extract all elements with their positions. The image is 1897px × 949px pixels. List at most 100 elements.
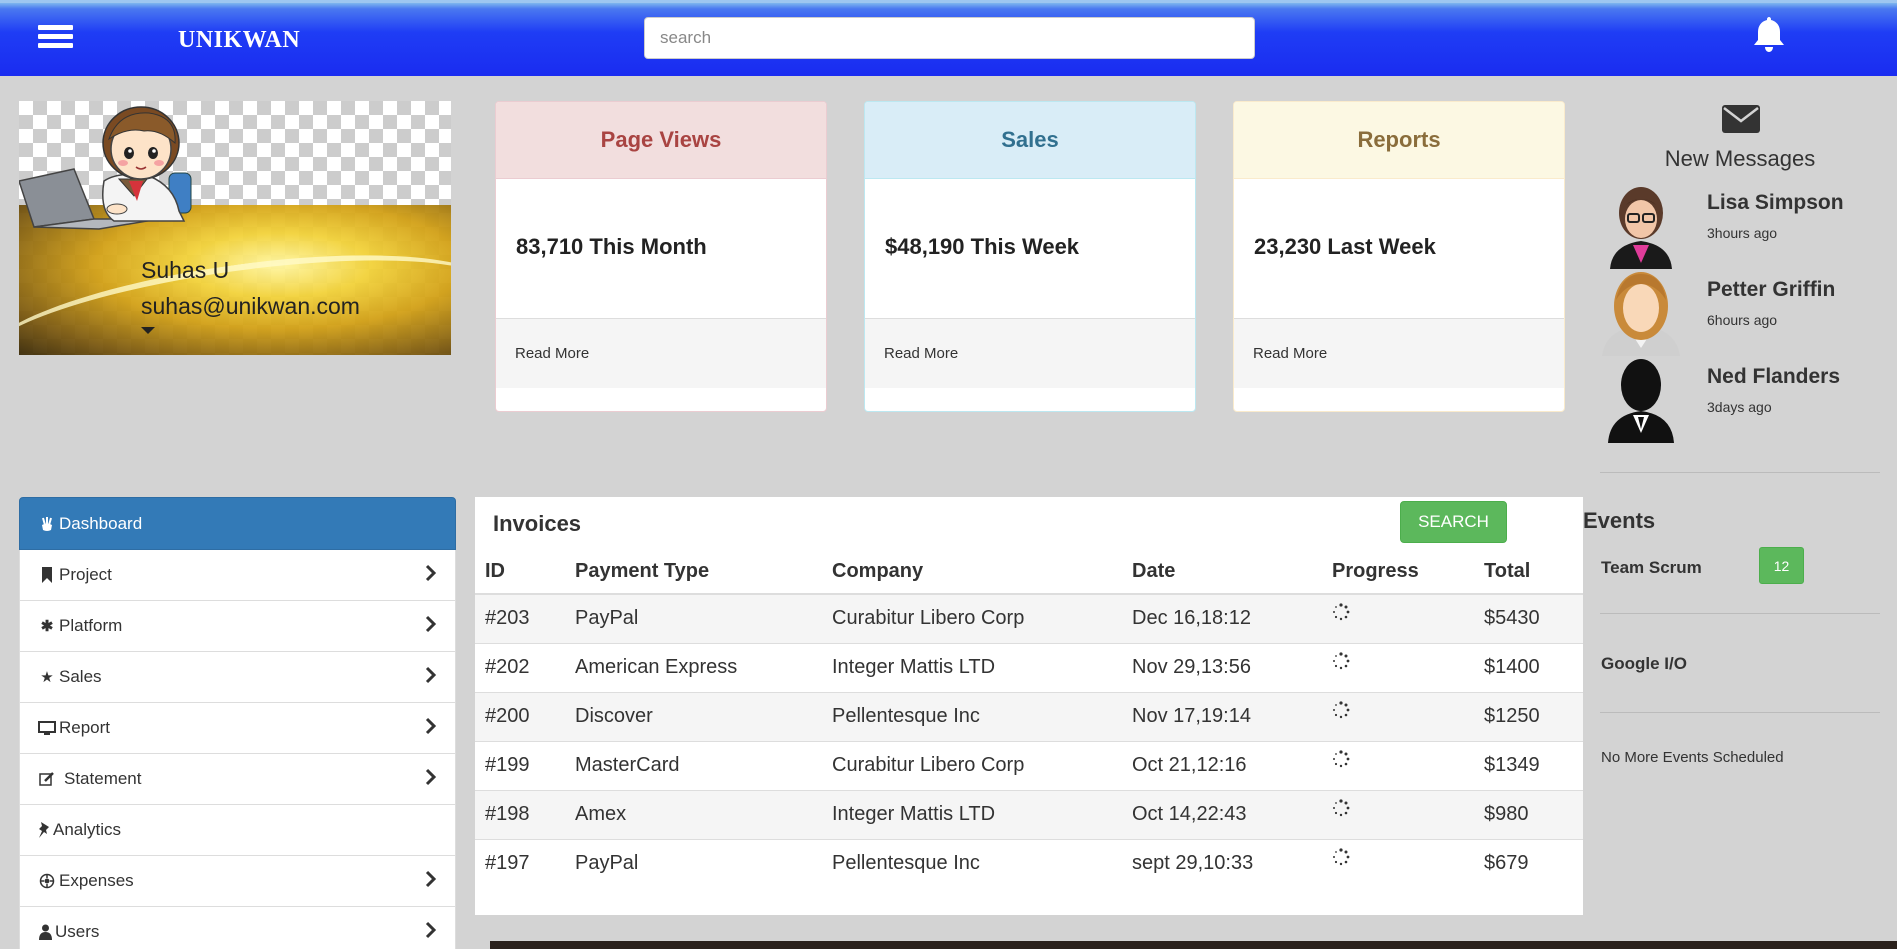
- payment-type: American Express: [565, 642, 822, 692]
- hamburger-menu-icon[interactable]: [38, 25, 73, 55]
- column-header[interactable]: Progress: [1322, 549, 1474, 595]
- sidebar-item-platform[interactable]: ✱ Platform: [19, 601, 456, 652]
- sidebar-item-users[interactable]: Users: [19, 907, 456, 949]
- sidebar-item-expenses[interactable]: Expenses: [19, 856, 456, 907]
- sidebar-item-label: Statement: [64, 769, 142, 788]
- total: $1400: [1474, 642, 1583, 692]
- table-header-row: ID Payment Type Company Date Progress To…: [475, 549, 1583, 595]
- sidebar-item-label: Report: [59, 718, 111, 737]
- message-time: 6hours ago: [1707, 312, 1778, 328]
- message-item[interactable]: Lisa Simpson 3hours ago: [1600, 183, 1880, 269]
- sidebar-item-report[interactable]: Report: [19, 703, 456, 754]
- total: $679: [1474, 838, 1583, 888]
- invoice-id: #199: [475, 740, 565, 790]
- divider: [1600, 472, 1880, 473]
- column-header[interactable]: Total: [1474, 549, 1583, 595]
- sidebar-item-analytics[interactable]: Analytics: [19, 805, 456, 856]
- invoice-id: #203: [475, 593, 565, 643]
- invoice-id: #197: [475, 838, 565, 888]
- table-row[interactable]: #200 Discover Pellentesque Inc Nov 17,19…: [475, 691, 1583, 741]
- read-more-link[interactable]: Read More: [1234, 318, 1564, 388]
- panel-title: Reports: [1234, 102, 1564, 179]
- invoice-id: #198: [475, 789, 565, 839]
- read-more-link[interactable]: Read More: [496, 318, 826, 388]
- profile-dropdown-caret-icon[interactable]: [141, 327, 155, 334]
- sidebar-item-label: Analytics: [53, 820, 122, 839]
- sidebar-item-label: Sales: [59, 667, 102, 686]
- spinner-icon: [1333, 651, 1350, 669]
- top-navbar: UNIKWAN: [0, 0, 1897, 76]
- panel-title: Page Views: [496, 102, 826, 179]
- event-badge[interactable]: 12: [1759, 547, 1804, 584]
- page-views-panel: Page Views 83,710 This Month Read More: [495, 101, 827, 412]
- chevron-right-icon: [425, 717, 437, 735]
- monitor-icon: [38, 720, 56, 736]
- edit-icon: [38, 771, 56, 787]
- payment-type: Amex: [565, 789, 822, 839]
- column-header[interactable]: Date: [1122, 549, 1322, 595]
- table-row[interactable]: #198 Amex Integer Mattis LTD Oct 14,22:4…: [475, 789, 1583, 839]
- invoice-id: #202: [475, 642, 565, 692]
- company: Curabitur Libero Corp: [822, 593, 1122, 643]
- company: Integer Mattis LTD: [822, 642, 1122, 692]
- chevron-right-icon: [425, 615, 437, 633]
- sidebar-item-dashboard[interactable]: Dashboard: [19, 497, 456, 550]
- profile-card: Suhas U suhas@unikwan.com: [19, 101, 451, 355]
- events-title: Events: [1583, 508, 1656, 533]
- payment-type: PayPal: [565, 838, 822, 888]
- invoices-title: Invoices: [493, 511, 582, 536]
- column-header[interactable]: Payment Type: [565, 549, 822, 595]
- bell-icon[interactable]: [1751, 15, 1787, 53]
- table-row[interactable]: #197 PayPal Pellentesque Inc sept 29,10:…: [475, 838, 1583, 888]
- pushpin-icon: [38, 822, 50, 838]
- date: Oct 21,12:16: [1122, 740, 1322, 790]
- payment-type: PayPal: [565, 593, 822, 643]
- petter-avatar: [1602, 272, 1680, 356]
- message-item[interactable]: Petter Griffin 6hours ago: [1600, 270, 1880, 356]
- asterisk-icon: ✱: [40, 618, 54, 635]
- event-item[interactable]: Google I/O: [1601, 654, 1687, 674]
- sidebar-item-project[interactable]: Project: [19, 550, 456, 601]
- messages-title: New Messages: [1664, 146, 1816, 171]
- message-time: 3hours ago: [1707, 225, 1778, 241]
- event-item[interactable]: Team Scrum: [1601, 558, 1702, 578]
- profile-email: suhas@unikwan.com: [141, 293, 360, 319]
- spinner-icon: [1333, 603, 1350, 620]
- profile-name: Suhas U: [141, 257, 230, 283]
- chevron-right-icon: [425, 870, 437, 888]
- user-avatar-illustration: [19, 106, 192, 230]
- table-row[interactable]: #203 PayPal Curabitur Libero Corp Dec 16…: [475, 593, 1583, 643]
- date: Oct 14,22:43: [1122, 789, 1322, 839]
- total: $1349: [1474, 740, 1583, 790]
- message-sender: Petter Griffin: [1707, 278, 1836, 301]
- sidebar-item-label: Dashboard: [59, 513, 143, 533]
- table-row[interactable]: #199 MasterCard Curabitur Libero Corp Oc…: [475, 740, 1583, 790]
- panel-title: Sales: [865, 102, 1195, 179]
- brand-logo[interactable]: UNIKWAN: [178, 27, 300, 54]
- payment-type: Discover: [565, 691, 822, 741]
- search-input[interactable]: [644, 17, 1255, 59]
- message-item[interactable]: Ned Flanders 3days ago: [1600, 357, 1880, 443]
- sidebar-item-sales[interactable]: ★ Sales: [19, 652, 456, 703]
- column-header[interactable]: Company: [822, 549, 1122, 595]
- table-row[interactable]: #202 American Express Integer Mattis LTD…: [475, 642, 1583, 692]
- bookmark-icon: [38, 567, 56, 583]
- no-events-text: No More Events Scheduled: [1601, 749, 1784, 766]
- invoices-panel: Invoices SEARCH ID Payment Type Company …: [475, 497, 1583, 915]
- spinner-icon: [1333, 798, 1350, 816]
- reports-panel: Reports 23,230 Last Week Read More: [1233, 101, 1565, 412]
- date: Dec 16,18:12: [1122, 593, 1322, 643]
- total: $1250: [1474, 691, 1583, 741]
- panel-value: 23,230 Last Week: [1254, 234, 1436, 259]
- column-header[interactable]: ID: [475, 549, 565, 595]
- sidebar-item-statement[interactable]: Statement: [19, 754, 456, 805]
- envelope-icon[interactable]: [1722, 105, 1760, 133]
- chevron-right-icon: [425, 768, 437, 786]
- total: $5430: [1474, 593, 1583, 643]
- invoice-search-button[interactable]: SEARCH: [1400, 501, 1507, 543]
- ned-avatar: [1608, 359, 1674, 443]
- read-more-link[interactable]: Read More: [865, 318, 1195, 388]
- invoices-table: ID Payment Type Company Date Progress To…: [475, 549, 1583, 888]
- star-icon: ★: [40, 669, 54, 686]
- chevron-right-icon: [425, 564, 437, 582]
